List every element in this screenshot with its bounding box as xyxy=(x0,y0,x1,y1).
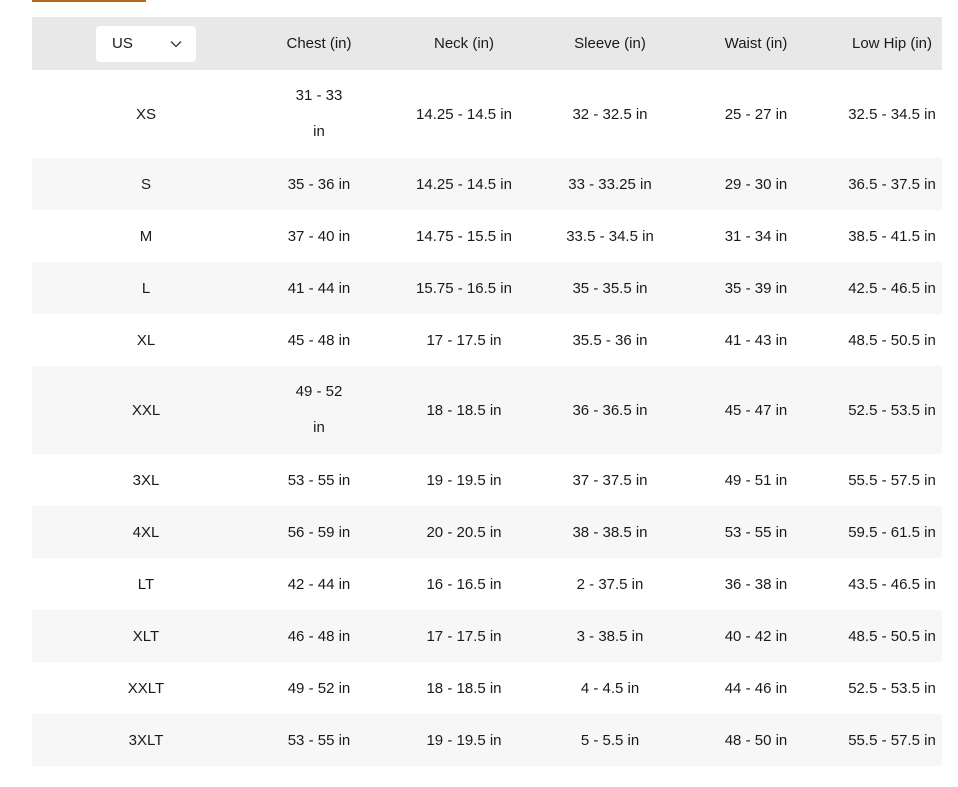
chest-cell: 49 - 52 in xyxy=(260,366,378,454)
neck-cell: 19 - 19.5 in xyxy=(426,471,502,489)
table-row: L 41 - 44 in 15.75 - 16.5 in 35 - 35.5 i… xyxy=(32,262,942,314)
column-header-waist: Waist (in) xyxy=(724,35,788,52)
chest-cell: 35 - 36 in xyxy=(287,175,351,193)
chest-cell: 37 - 40 in xyxy=(287,227,351,245)
column-header-sleeve: Sleeve (in) xyxy=(574,35,646,52)
neck-cell: 19 - 19.5 in xyxy=(426,731,502,749)
low-hip-cell: 48.5 - 50.5 in xyxy=(848,331,936,349)
size-cell: M xyxy=(139,227,153,245)
table-row: XXL 49 - 52 in 18 - 18.5 in 36 - 36.5 in… xyxy=(32,366,942,454)
chest-cell: 53 - 55 in xyxy=(287,471,351,489)
waist-cell: 36 - 38 in xyxy=(724,575,788,593)
waist-cell: 41 - 43 in xyxy=(724,331,788,349)
waist-cell: 31 - 34 in xyxy=(724,227,788,245)
low-hip-cell: 52.5 - 53.5 in xyxy=(848,401,936,419)
waist-cell: 29 - 30 in xyxy=(724,175,788,193)
low-hip-cell: 59.5 - 61.5 in xyxy=(848,523,936,541)
table-row: 3XLT 53 - 55 in 19 - 19.5 in 5 - 5.5 in … xyxy=(32,714,942,766)
size-cell: XLT xyxy=(132,627,160,645)
size-cell: 3XL xyxy=(132,471,160,489)
table-row: XS 31 - 33 in 14.25 - 14.5 in 32 - 32.5 … xyxy=(32,70,942,158)
size-cell: LT xyxy=(137,575,155,593)
waist-cell: 53 - 55 in xyxy=(724,523,788,541)
sleeve-cell: 35 - 35.5 in xyxy=(572,279,648,297)
unit-select[interactable]: US xyxy=(96,25,196,62)
neck-cell: 18 - 18.5 in xyxy=(426,679,502,697)
sleeve-cell: 38 - 38.5 in xyxy=(572,523,648,541)
sleeve-cell: 3 - 38.5 in xyxy=(576,627,644,645)
chest-cell: 31 - 33 in xyxy=(260,70,378,158)
waist-cell: 40 - 42 in xyxy=(724,627,788,645)
active-tab-underline xyxy=(32,0,146,2)
neck-cell: 14.25 - 14.5 in xyxy=(416,105,512,123)
chest-cell: 45 - 48 in xyxy=(287,331,351,349)
table-row: 3XL 53 - 55 in 19 - 19.5 in 37 - 37.5 in… xyxy=(32,454,942,506)
chest-cell: 53 - 55 in xyxy=(287,731,351,749)
waist-cell: 48 - 50 in xyxy=(724,731,788,749)
chevron-down-icon xyxy=(170,40,182,48)
size-cell: XS xyxy=(135,105,156,123)
low-hip-cell: 48.5 - 50.5 in xyxy=(848,627,936,645)
sleeve-cell: 32 - 32.5 in xyxy=(572,105,648,123)
chest-cell: 41 - 44 in xyxy=(287,279,351,297)
size-cell: 4XL xyxy=(132,523,160,541)
sleeve-cell: 37 - 37.5 in xyxy=(572,471,648,489)
waist-cell: 25 - 27 in xyxy=(724,105,788,123)
waist-cell: 49 - 51 in xyxy=(724,471,788,489)
size-cell: S xyxy=(140,175,151,193)
sleeve-cell: 35.5 - 36 in xyxy=(572,331,648,349)
unit-select-cell: US xyxy=(32,17,260,70)
size-cell: XXL xyxy=(131,401,161,419)
neck-cell: 15.75 - 16.5 in xyxy=(416,279,512,297)
chest-cell: 56 - 59 in xyxy=(287,523,351,541)
column-header-chest: Chest (in) xyxy=(286,35,352,52)
table-row: XXLT 49 - 52 in 18 - 18.5 in 4 - 4.5 in … xyxy=(32,662,942,714)
table-row: 4XL 56 - 59 in 20 - 20.5 in 38 - 38.5 in… xyxy=(32,506,942,558)
neck-cell: 17 - 17.5 in xyxy=(426,331,502,349)
low-hip-cell: 42.5 - 46.5 in xyxy=(848,279,936,297)
chest-cell: 49 - 52 in xyxy=(287,679,351,697)
low-hip-cell: 36.5 - 37.5 in xyxy=(848,175,936,193)
table-row: XL 45 - 48 in 17 - 17.5 in 35.5 - 36 in … xyxy=(32,314,942,366)
sleeve-cell: 33.5 - 34.5 in xyxy=(566,227,654,245)
sleeve-cell: 5 - 5.5 in xyxy=(580,731,640,749)
waist-cell: 35 - 39 in xyxy=(724,279,788,297)
size-cell: XXLT xyxy=(127,679,165,697)
sleeve-cell: 36 - 36.5 in xyxy=(572,401,648,419)
chest-value: 49 - 52 in xyxy=(295,383,343,436)
neck-cell: 14.75 - 15.5 in xyxy=(416,227,512,245)
size-cell: L xyxy=(141,279,151,297)
chest-cell: 42 - 44 in xyxy=(287,575,351,593)
low-hip-cell: 43.5 - 46.5 in xyxy=(848,575,936,593)
table-row: S 35 - 36 in 14.25 - 14.5 in 33 - 33.25 … xyxy=(32,158,942,210)
low-hip-cell: 32.5 - 34.5 in xyxy=(848,105,936,123)
sleeve-cell: 4 - 4.5 in xyxy=(580,679,640,697)
table-row: M 37 - 40 in 14.75 - 15.5 in 33.5 - 34.5… xyxy=(32,210,942,262)
neck-cell: 18 - 18.5 in xyxy=(426,401,502,419)
table-row: XLT 46 - 48 in 17 - 17.5 in 3 - 38.5 in … xyxy=(32,610,942,662)
size-cell: XL xyxy=(136,331,156,349)
column-header-low-hip: Low Hip (in) xyxy=(851,35,933,52)
neck-cell: 20 - 20.5 in xyxy=(426,523,502,541)
waist-cell: 44 - 46 in xyxy=(724,679,788,697)
neck-cell: 17 - 17.5 in xyxy=(426,627,502,645)
neck-cell: 14.25 - 14.5 in xyxy=(416,175,512,193)
table-row: LT 42 - 44 in 16 - 16.5 in 2 - 37.5 in 3… xyxy=(32,558,942,610)
neck-cell: 16 - 16.5 in xyxy=(426,575,502,593)
chest-cell: 46 - 48 in xyxy=(287,627,351,645)
size-cell: 3XLT xyxy=(128,731,164,749)
unit-select-value: US xyxy=(112,35,133,52)
low-hip-cell: 55.5 - 57.5 in xyxy=(848,731,936,749)
low-hip-cell: 55.5 - 57.5 in xyxy=(848,471,936,489)
waist-cell: 45 - 47 in xyxy=(724,401,788,419)
table-header-row: US Chest (in) Neck (in) Sleeve (in) Wais… xyxy=(32,17,942,70)
chest-value: 31 - 33 in xyxy=(295,87,343,140)
column-header-neck: Neck (in) xyxy=(433,35,494,52)
size-chart-table: US Chest (in) Neck (in) Sleeve (in) Wais… xyxy=(32,17,942,766)
sleeve-cell: 2 - 37.5 in xyxy=(576,575,644,593)
sleeve-cell: 33 - 33.25 in xyxy=(568,175,652,193)
low-hip-cell: 38.5 - 41.5 in xyxy=(848,227,936,245)
low-hip-cell: 52.5 - 53.5 in xyxy=(848,679,936,697)
